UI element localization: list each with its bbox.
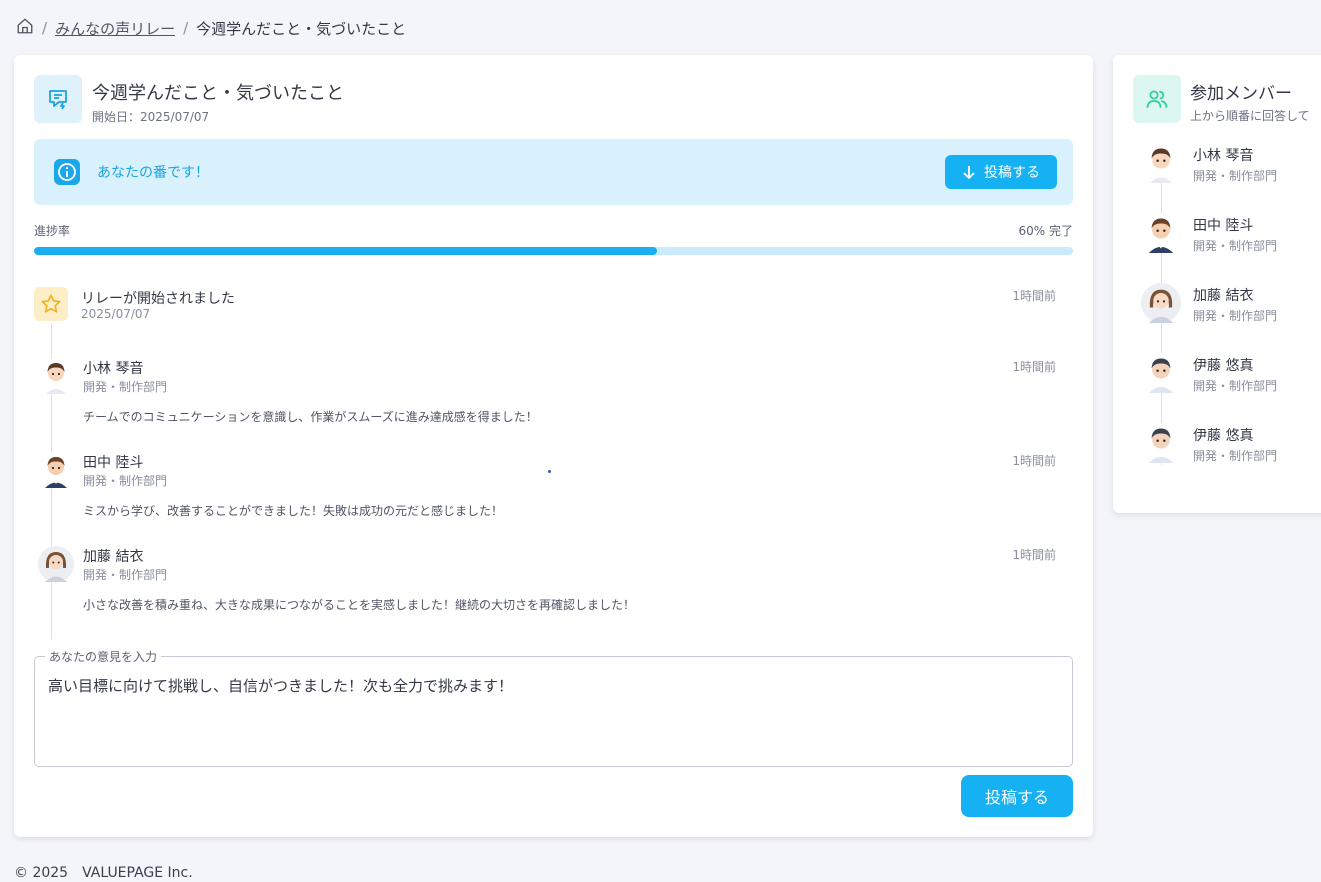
avatar	[1141, 353, 1181, 393]
home-icon[interactable]	[16, 17, 34, 39]
member-item: 田中 陸斗 開発・制作部門	[1141, 213, 1321, 255]
timeline-post: 小林 琴音 開発・制作部門 1時間前 チームでのコミュニケーションを意識し、作業…	[34, 358, 1064, 428]
users-icon	[1133, 75, 1181, 123]
timeline-start-event: リレーが開始されました 2025/07/07 1時間前	[34, 287, 1064, 327]
members-title: 参加メンバー	[1190, 84, 1292, 104]
opinion-input[interactable]	[48, 675, 1058, 755]
member-name: 小林 琴音	[1193, 148, 1254, 164]
jump-to-post-button[interactable]: 投稿する	[945, 155, 1057, 189]
turn-text: あなたの番です！	[97, 165, 209, 181]
submit-post-button[interactable]: 投稿する	[961, 775, 1073, 817]
member-dept: 開発・制作部門	[1193, 309, 1278, 323]
footer-copyright: © 2025 VALUEPAGE Inc.	[14, 865, 193, 881]
breadcrumb-current: 今週学んだこと・気づいたこと	[196, 19, 407, 38]
opinion-label: あなたの意見を入力	[45, 648, 162, 665]
breadcrumb-parent-link[interactable]: みんなの声リレー	[55, 18, 175, 39]
members-subtitle: 上から順番に回答して	[1190, 109, 1310, 123]
post-message: ミスから学び、改善することができました！失敗は成功の元だと感じました！	[83, 504, 504, 518]
turn-alert: あなたの番です！ 投稿する	[34, 139, 1073, 205]
post-author-name: 小林 琴音	[83, 361, 144, 377]
member-item: 小林 琴音 開発・制作部門	[1141, 143, 1321, 185]
members-header: 参加メンバー 上から順番に回答して	[1133, 75, 1310, 124]
member-item: 伊藤 悠真 開発・制作部門	[1141, 353, 1321, 395]
post-time: 1時間前	[1012, 360, 1056, 374]
avatar	[38, 358, 74, 394]
post-author-dept: 開発・制作部門	[83, 568, 168, 582]
start-event-date: 2025/07/07	[81, 307, 151, 321]
message-edit-icon	[34, 75, 82, 123]
member-name: 伊藤 悠真	[1193, 358, 1254, 374]
post-author-dept: 開発・制作部門	[83, 380, 168, 394]
member-name: 加藤 結衣	[1193, 288, 1254, 304]
avatar	[1141, 423, 1181, 463]
progress-label: 進捗率	[34, 224, 71, 238]
avatar	[1141, 213, 1181, 253]
arrow-down-icon	[963, 166, 975, 179]
progress-bar	[34, 247, 1073, 255]
member-item: 伊藤 悠真 開発・制作部門	[1141, 423, 1321, 465]
breadcrumb-separator: /	[42, 19, 48, 37]
progress-fill	[34, 247, 658, 255]
star-icon	[34, 287, 68, 321]
post-author-dept: 開発・制作部門	[83, 474, 168, 488]
post-message: チームでのコミュニケーションを意識し、作業がスムーズに進み達成感を得ました！	[83, 410, 538, 424]
post-time: 1時間前	[1012, 548, 1056, 562]
opinion-field: あなたの意見を入力	[34, 648, 1073, 767]
breadcrumb-separator: /	[183, 19, 189, 37]
avatar	[1141, 283, 1181, 323]
member-item: 加藤 結衣 開発・制作部門	[1141, 283, 1321, 325]
timeline-post: 田中 陸斗 開発・制作部門 1時間前 ミスから学び、改善することができました！失…	[34, 452, 1064, 522]
start-event-text: リレーが開始されました	[81, 291, 235, 307]
avatar	[1141, 143, 1181, 183]
relay-card: 今週学んだこと・気づいたこと 開始日：2025/07/07 あなたの番です！ 投…	[14, 55, 1093, 837]
start-date: 開始日：2025/07/07	[92, 110, 210, 124]
info-icon	[54, 159, 80, 185]
members-card: 参加メンバー 上から順番に回答して 小林 琴音 開発・制作部門 田中 陸斗 開発…	[1113, 55, 1321, 513]
post-author-name: 田中 陸斗	[83, 455, 144, 471]
progress-value: 60% 完了	[1018, 224, 1074, 238]
post-time: 1時間前	[1012, 454, 1056, 468]
member-name: 伊藤 悠真	[1193, 428, 1254, 444]
post-author-name: 加藤 結衣	[83, 549, 144, 565]
cursor-dot	[548, 470, 551, 473]
timeline-post: 加藤 結衣 開発・制作部門 1時間前 小さな改善を積み重ね、大きな成果につながる…	[34, 546, 1064, 616]
member-dept: 開発・制作部門	[1193, 239, 1278, 253]
jump-to-post-label: 投稿する	[984, 165, 1040, 181]
member-name: 田中 陸斗	[1193, 218, 1254, 234]
post-message: 小さな改善を積み重ね、大きな成果につながることを実感しました！継続の大切さを再確…	[83, 598, 636, 612]
avatar	[38, 546, 74, 582]
member-dept: 開発・制作部門	[1193, 449, 1278, 463]
relay-header: 今週学んだこと・気づいたこと 開始日：2025/07/07	[34, 75, 344, 125]
page-title: 今週学んだこと・気づいたこと	[92, 83, 344, 104]
avatar	[38, 452, 74, 488]
member-dept: 開発・制作部門	[1193, 379, 1278, 393]
breadcrumb: / みんなの声リレー / 今週学んだこと・気づいたこと	[16, 17, 406, 39]
member-dept: 開発・制作部門	[1193, 169, 1278, 183]
start-event-time: 1時間前	[1012, 289, 1056, 303]
